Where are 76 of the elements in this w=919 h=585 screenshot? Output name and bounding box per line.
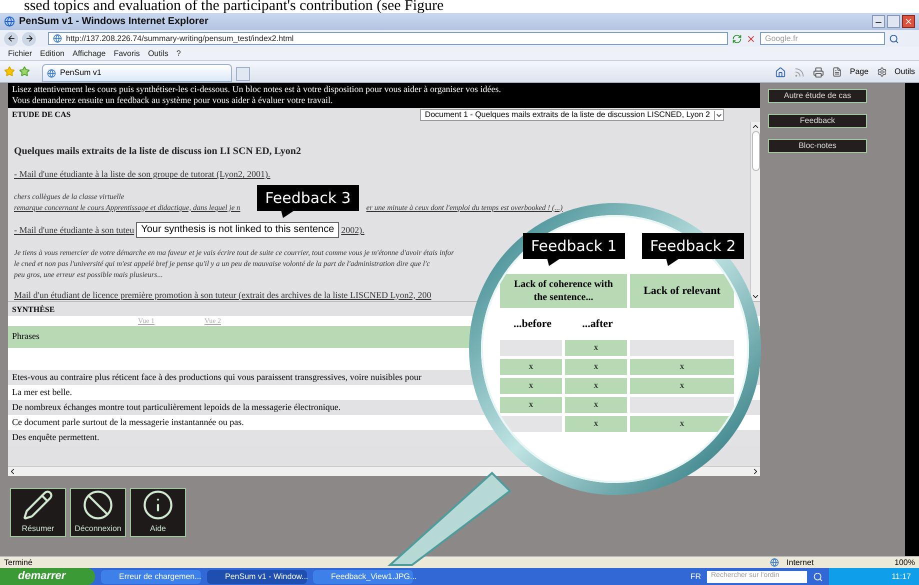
back-button[interactable]	[4, 32, 18, 46]
menu-item[interactable]: Affichage	[72, 48, 106, 60]
side-button[interactable]: Autre étude de cas	[768, 89, 867, 103]
taskbar-button[interactable]: Erreur de chargemen...	[101, 570, 201, 584]
tool-button[interactable]: Aide	[130, 488, 186, 537]
forward-arrow-icon	[24, 34, 34, 43]
callout-tail-icon	[547, 258, 561, 266]
page-menu[interactable]: Page	[850, 66, 869, 78]
mark-cell: x	[565, 378, 627, 394]
start-button[interactable]: demarrer	[0, 568, 95, 585]
favorites-star-icon[interactable]	[4, 66, 15, 77]
section-heading: ETUDE DE CAS	[12, 109, 71, 121]
scroll-left-icon[interactable]	[8, 467, 17, 476]
mark-cell: x	[500, 378, 562, 394]
menu-item[interactable]: Fichier	[8, 48, 32, 60]
address-field[interactable]: http://137.208.226.74/summary-writing/pensum_test/index2.html	[48, 32, 728, 45]
stop-icon[interactable]	[746, 34, 756, 44]
language-indicator[interactable]: FR	[690, 570, 701, 582]
menu-item[interactable]: Favoris	[114, 48, 140, 60]
mail-link[interactable]: 2002).	[341, 224, 364, 238]
scroll-up-icon[interactable]	[751, 122, 760, 131]
scrollbar-thumb[interactable]	[752, 131, 760, 171]
settings-icon	[876, 67, 887, 77]
window-title: PenSum v1 - Windows Internet Explorer	[19, 15, 208, 29]
menu-item[interactable]: ?	[176, 48, 181, 60]
prohibited-icon	[81, 489, 115, 521]
case-study-title: Quelques mails extraits de la liste de discuss ion LI SCN ED, Lyon2	[14, 145, 302, 159]
printer-icon[interactable]	[812, 66, 824, 78]
tool-button[interactable]: Résumer	[10, 488, 66, 537]
mark-cell: x	[565, 359, 627, 375]
document-select[interactable]: Document 1 - Quelques mails extraits de la liste de discussion LISCNED, Lyon 2	[420, 109, 724, 121]
browser-tab[interactable]: PenSum v1	[42, 64, 232, 82]
scroll-right-icon[interactable]	[751, 467, 760, 476]
minimize-button[interactable]	[872, 15, 885, 28]
instruction-text: Vous demanderez ensuite un feedback au système pour vous aider à évaluer votre travail.	[12, 95, 334, 106]
column-header: Lack of coherence with the sentence...	[500, 274, 627, 308]
zone-text: Internet	[786, 556, 815, 568]
globe-icon	[770, 558, 779, 567]
mark-cell: x	[565, 397, 627, 413]
pencil-icon	[21, 489, 55, 521]
mark-cell: x	[500, 397, 562, 413]
clock: 11:17	[892, 570, 911, 582]
mark-cell: x	[565, 416, 627, 432]
close-icon	[904, 17, 913, 26]
mark-cell: x	[630, 359, 734, 375]
back-arrow-icon	[6, 34, 16, 43]
zoom-level[interactable]: 100%	[894, 556, 915, 568]
mail-link[interactable]: Mail d'un étudiant de licence première promotion à son tuteur (extrait des archives de la liste LISCNED Lyon2, 200	[14, 288, 432, 301]
tools-menu[interactable]: Outils	[894, 66, 915, 78]
forward-button[interactable]	[22, 32, 36, 46]
side-button[interactable]: Bloc-notes	[768, 139, 867, 153]
mark-cell: x	[565, 340, 627, 356]
menu-item[interactable]: Outils	[148, 48, 168, 60]
taskbar-button[interactable]: PenSum v1 - Window...	[207, 570, 307, 584]
menu-item[interactable]: Edition	[40, 48, 64, 60]
close-button[interactable]	[902, 15, 915, 28]
search-icon[interactable]	[889, 34, 899, 44]
info-icon	[141, 489, 175, 521]
mail-link[interactable]: - Mail d'une étudiante à son tuteu	[14, 224, 134, 238]
status-text: Terminé	[4, 556, 32, 568]
tool-button[interactable]: Déconnexion	[70, 488, 126, 537]
instruction-text: Lisez attentivement les cours puis synthétiser-les ci-dessous. Un bloc notes est à votre disposition pour vous aider à organiser vos idées.	[12, 84, 502, 95]
callout-tail-icon	[281, 210, 296, 218]
callout-tail-icon	[666, 258, 680, 266]
dropdown-caret-icon	[714, 110, 723, 120]
section-heading: SYNTHÈSE	[12, 304, 55, 316]
mark-cell: x	[500, 359, 562, 375]
home-icon[interactable]	[774, 66, 786, 78]
mail-link[interactable]: - Mail d'une étudiante à la liste de son groupe de tutorat (Lyon2, 2001).	[14, 168, 270, 182]
mark-cell: x	[630, 378, 734, 394]
add-favorite-icon[interactable]	[19, 66, 30, 77]
column-header: Lack of relevant	[630, 274, 734, 308]
side-button[interactable]: Feedback	[768, 114, 867, 128]
refresh-icon[interactable]	[732, 34, 742, 44]
scroll-down-icon[interactable]	[751, 292, 760, 301]
browser-icon	[4, 16, 15, 27]
